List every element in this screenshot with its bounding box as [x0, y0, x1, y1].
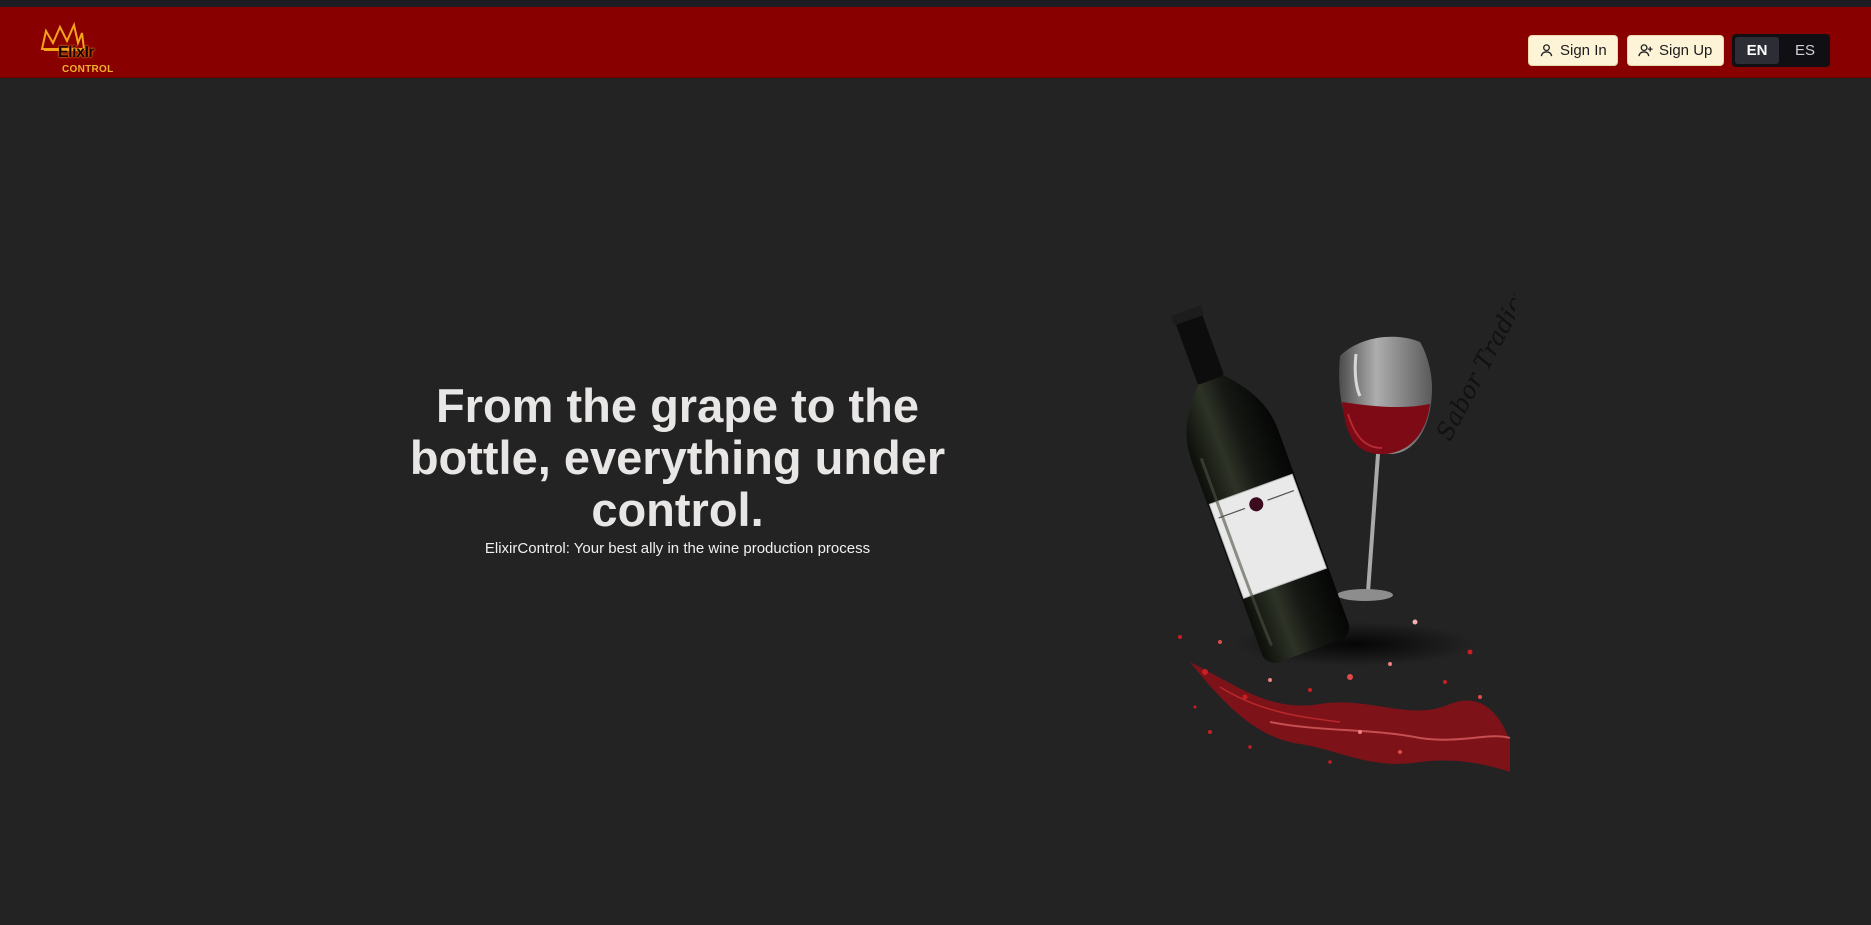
- sign-in-label: Sign In: [1560, 42, 1607, 59]
- signature-text: Sabor Tradicional: [1431, 292, 1515, 445]
- wine-bottle: [1171, 305, 1350, 663]
- user-plus-icon: [1638, 44, 1653, 57]
- language-option-en[interactable]: EN: [1735, 37, 1779, 64]
- sign-up-button[interactable]: Sign Up: [1627, 35, 1724, 66]
- window-top-strip: [0, 0, 1871, 7]
- wine-bottle-and-glass-illustration: Sabor Tradicional: [1171, 292, 1515, 772]
- logo-wordmark: ElixIr: [58, 44, 95, 61]
- language-switcher: EN ES: [1732, 34, 1830, 67]
- sign-up-label: Sign Up: [1659, 42, 1713, 59]
- language-option-es[interactable]: ES: [1783, 37, 1827, 64]
- logo-subtitle: CONTROL: [62, 64, 114, 75]
- sign-in-button[interactable]: Sign In: [1528, 35, 1618, 66]
- hero-subtitle: ElixirControl: Your best ally in the win…: [484, 540, 871, 557]
- navbar: ElixIr CONTROL Sign In Sign Up EN ES: [0, 7, 1871, 78]
- hero-section: From the grape to the bottle, everything…: [380, 379, 975, 558]
- user-icon: [1540, 44, 1553, 57]
- elixir-control-logo[interactable]: ElixIr CONTROL: [38, 19, 124, 75]
- hero-title: From the grape to the bottle, everything…: [409, 379, 946, 536]
- wine-glass: [1337, 336, 1432, 601]
